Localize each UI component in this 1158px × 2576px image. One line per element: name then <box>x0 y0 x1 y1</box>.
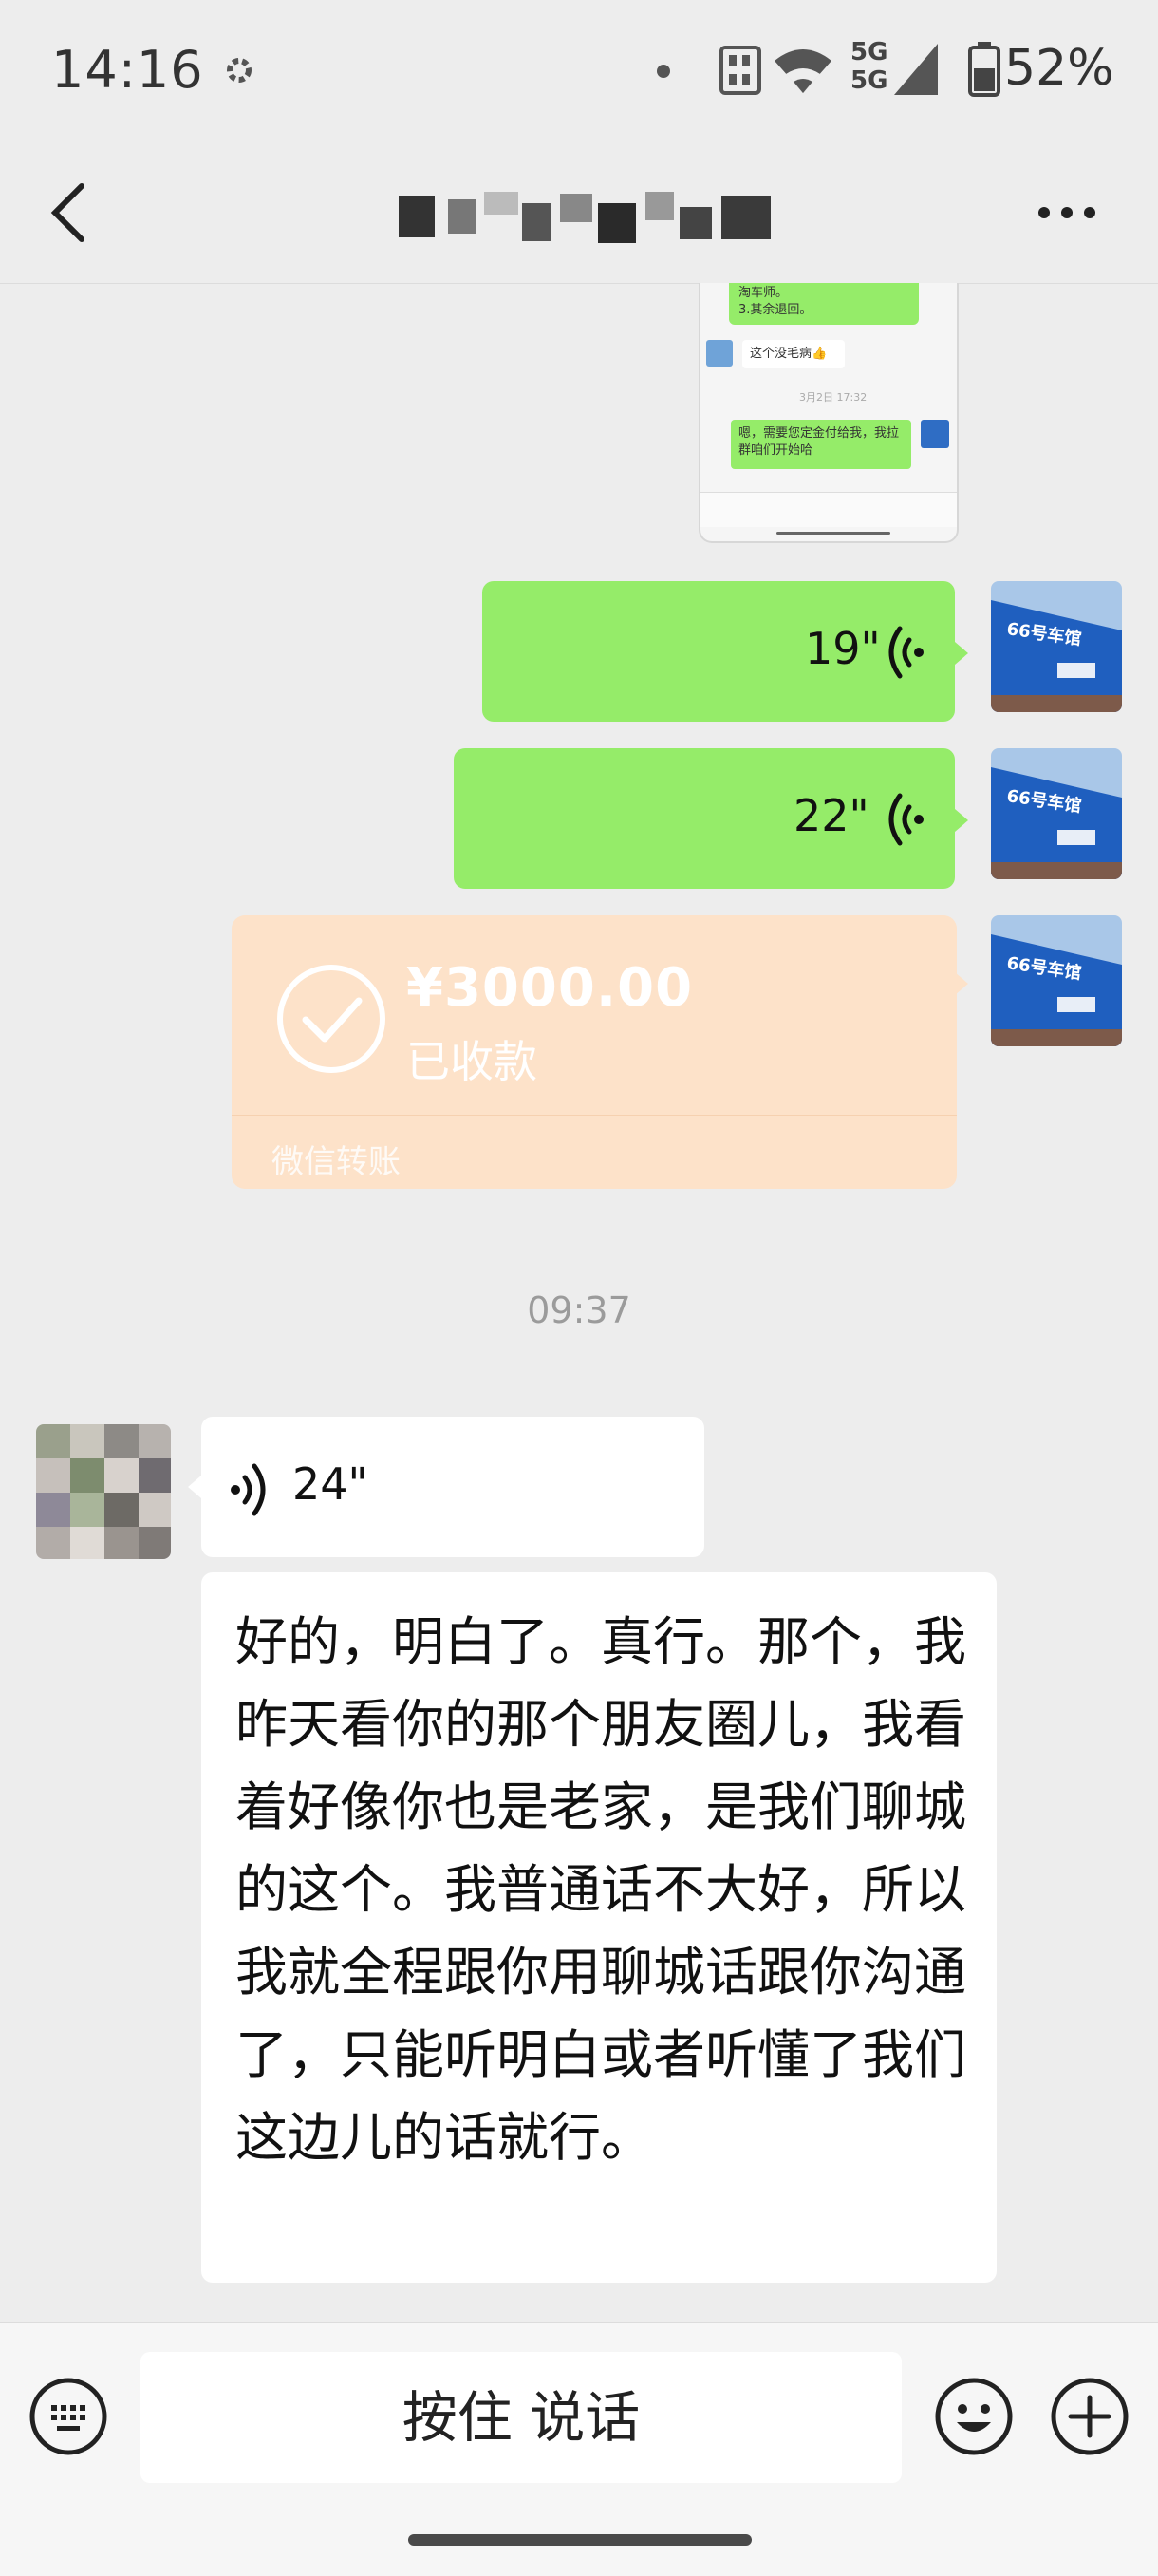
self-avatar[interactable]: 66号车馆 <box>991 581 1122 712</box>
mini-text: 这个没毛病👍 <box>750 347 828 361</box>
transfer-divider <box>232 1115 957 1116</box>
bubble-tail <box>955 642 968 665</box>
status-time: 14:16 <box>51 40 204 100</box>
voice-wave-icon <box>231 1463 266 1516</box>
signal-icon <box>894 44 938 95</box>
mini-time: 3月2日 17:32 <box>799 391 868 404</box>
self-avatar[interactable]: 66号车馆 <box>991 915 1122 1046</box>
voice-wave-icon <box>888 793 924 846</box>
battery-icon <box>968 42 1000 97</box>
mini-text: 淘车师。 <box>738 286 789 300</box>
chat-timestamp: 09:37 <box>527 1289 631 1331</box>
battery-percent: 52% <box>1004 40 1114 97</box>
home-indicator <box>408 2534 752 2546</box>
transfer-label: 微信转账 <box>271 1143 401 1181</box>
voice-wave-icon <box>888 626 924 679</box>
bubble-tail <box>188 1476 201 1498</box>
chat-screenshot-image[interactable]: 淘车师。 3.其余退回。 这个没毛病👍 3月2日 17:32 嗯，需要您定金付给… <box>699 283 959 543</box>
status-bar: 14:16 5G 5G 52% <box>0 0 1158 142</box>
check-circle-icon <box>277 965 385 1073</box>
transfer-card[interactable]: ¥3000.00 已收款 微信转账 <box>232 915 957 1189</box>
voice-duration: 24" <box>292 1458 368 1510</box>
mini-avatar <box>706 340 733 367</box>
voice-duration: 19" <box>805 623 881 674</box>
keyboard-icon[interactable] <box>28 2377 108 2456</box>
more-icon[interactable] <box>1037 205 1097 220</box>
self-avatar[interactable]: 66号车馆 <box>991 748 1122 879</box>
chat-header <box>0 142 1158 284</box>
mini-text: 3.其余退回。 <box>738 303 812 317</box>
notification-dot-icon <box>657 65 670 78</box>
network-type-label: 5G 5G <box>850 38 888 95</box>
sync-icon <box>227 58 252 83</box>
hd-icon <box>719 46 761 95</box>
mini-text: 嗯，需要您定金付给我，我拉群咱们开始哈 <box>738 426 900 458</box>
mini-avatar <box>921 420 949 448</box>
voice-duration: 22" <box>794 790 869 841</box>
hold-to-talk-button[interactable]: 按住 说话 <box>140 2352 902 2483</box>
mini-home-indicator <box>776 532 890 535</box>
message-text: 好的，明白了。真行。那个，我昨天看你的那个朋友圈儿，我看着好像你也是老家，是我们… <box>235 1611 967 2168</box>
bubble-tail <box>955 972 968 995</box>
voice-message-bubble[interactable]: 19" <box>482 581 955 722</box>
voice-message-bubble[interactable]: 24" <box>201 1417 704 1557</box>
wifi-icon <box>775 49 831 93</box>
bubble-tail <box>955 809 968 832</box>
back-icon[interactable] <box>46 180 91 245</box>
transfer-amount: ¥3000.00 <box>406 957 694 1019</box>
text-message-bubble[interactable]: 好的，明白了。真行。那个，我昨天看你的那个朋友圈儿，我看着好像你也是老家，是我们… <box>201 1572 997 2283</box>
mini-input-bar <box>700 492 957 527</box>
voice-message-bubble[interactable]: 22" <box>454 748 955 889</box>
chat-title-blurred <box>399 192 771 243</box>
emoji-icon[interactable] <box>934 2377 1014 2456</box>
plus-icon[interactable] <box>1050 2377 1130 2456</box>
transfer-status: 已收款 <box>406 1036 537 1087</box>
contact-avatar[interactable] <box>36 1424 171 1559</box>
input-bar: 按住 说话 <box>0 2322 1158 2576</box>
